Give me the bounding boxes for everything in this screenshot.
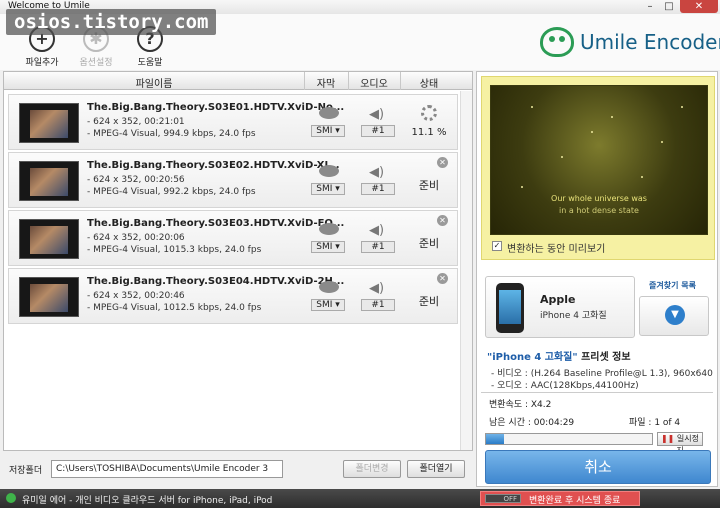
speaker-icon: ◀) — [369, 223, 385, 238]
add-file-label: 파일추가 — [25, 58, 59, 68]
minimize-button[interactable]: – — [641, 0, 659, 13]
file-resolution: - 624 x 352, 00:21:01 — [87, 117, 185, 127]
spinner-icon — [421, 105, 437, 121]
preview-area: Our whole universe was in a hot dense st… — [481, 76, 715, 260]
audio-select[interactable]: #1 — [361, 241, 395, 253]
subtitle-icon — [319, 223, 339, 235]
file-codec: - MPEG-4 Visual, 992.2 kbps, 24.0 fps — [87, 187, 256, 197]
frog-logo-icon — [540, 27, 574, 57]
subtitle-select[interactable]: SMI ▾ — [311, 183, 345, 195]
progress-bar — [485, 433, 653, 445]
status-text: 준비 — [418, 179, 440, 192]
shutdown-label: 변환완료 후 시스템 종료 — [529, 496, 621, 506]
status-text: 준비 — [418, 237, 440, 250]
conversion-speed: 변환속도 : X4.2 — [489, 400, 552, 410]
preview-subtitle-line2: in a hot dense state — [559, 206, 639, 215]
audio-select[interactable]: #1 — [361, 125, 395, 137]
file-codec: - MPEG-4 Visual, 994.9 kbps, 24.0 fps — [87, 129, 256, 139]
file-count: 파일 : 1 of 4 — [629, 418, 681, 428]
watermark: osios.tistory.com — [6, 9, 217, 35]
table-row[interactable]: The.Big.Bang.Theory.S03E01.HDTV.XviD-No.… — [8, 94, 458, 150]
remaining-time: 남은 시간 : 00:04:29 — [489, 418, 575, 428]
cancel-button[interactable]: 취소 — [485, 450, 711, 484]
file-codec: - MPEG-4 Visual, 1012.5 kbps, 24.0 fps — [87, 303, 262, 313]
online-status-icon — [6, 493, 16, 503]
column-subtitle[interactable]: 자막 — [304, 75, 348, 90]
right-panel: Our whole universe was in a hot dense st… — [476, 71, 718, 487]
maximize-button[interactable]: □ — [660, 0, 678, 13]
audio-select[interactable]: #1 — [361, 299, 395, 311]
change-folder-button[interactable]: 폴더변경 — [343, 460, 401, 478]
subtitle-icon — [319, 165, 339, 177]
save-folder-label: 저장폴더 — [9, 466, 43, 476]
status-message[interactable]: 유미일 에어 - 개인 비디오 클라우드 서버 for iPhone, iPad… — [22, 493, 272, 506]
shutdown-toggle-area[interactable]: OFF 변환완료 후 시스템 종료 — [480, 491, 640, 506]
help-label: 도움말 — [137, 58, 163, 68]
chevron-down-icon: ▼ — [665, 305, 685, 325]
video-thumbnail — [19, 277, 79, 317]
remove-icon[interactable]: ✕ — [437, 215, 448, 226]
device-model: iPhone 4 고화질 — [540, 311, 607, 321]
divider — [481, 392, 713, 393]
speaker-icon: ◀) — [369, 107, 385, 122]
subtitle-select[interactable]: SMI ▾ — [311, 241, 345, 253]
favorites-button[interactable]: ▼ — [639, 296, 709, 336]
status-text: 11.1 % — [411, 127, 447, 138]
preview-checkbox[interactable]: ✓ — [492, 241, 502, 251]
options-label: 옵션설정 — [79, 58, 113, 68]
preview-subtitle-line1: Our whole universe was — [551, 194, 647, 203]
subtitle-select[interactable]: SMI ▾ — [311, 299, 345, 311]
table-row[interactable]: The.Big.Bang.Theory.S03E02.HDTV.XviD-XI.… — [8, 152, 458, 208]
speaker-icon: ◀) — [369, 281, 385, 296]
file-name: The.Big.Bang.Theory.S03E02.HDTV.XviD-XI.… — [87, 160, 340, 171]
device-preset-button[interactable]: Apple iPhone 4 고화질 — [485, 276, 635, 338]
video-thumbnail — [19, 161, 79, 201]
open-folder-button[interactable]: 폴더열기 — [407, 460, 465, 478]
video-thumbnail — [19, 219, 79, 259]
file-resolution: - 624 x 352, 00:20:56 — [87, 175, 185, 185]
remove-icon[interactable]: ✕ — [437, 157, 448, 168]
video-thumbnail — [19, 103, 79, 143]
file-name: The.Big.Bang.Theory.S03E04.HDTV.XviD-2H.… — [87, 276, 345, 287]
table-row[interactable]: The.Big.Bang.Theory.S03E04.HDTV.XviD-2H.… — [8, 268, 458, 324]
save-folder-bar: 저장폴더 C:\Users\TOSHIBA\Documents\Umile En… — [3, 456, 473, 482]
pause-icon: ❚❚ — [660, 434, 675, 443]
file-resolution: - 624 x 352, 00:20:06 — [87, 233, 185, 243]
preview-checkbox-label: 변환하는 동안 미리보기 — [507, 244, 606, 255]
column-filename[interactable]: 파일이름 — [4, 75, 304, 90]
file-name: The.Big.Bang.Theory.S03E03.HDTV.XviD-FQ.… — [87, 218, 345, 229]
subtitle-icon — [319, 281, 339, 293]
preset-suffix: 프리셋 정보 — [577, 352, 631, 363]
remove-icon[interactable]: ✕ — [437, 273, 448, 284]
list-header: 파일이름 자막 오디오 상태 — [4, 72, 472, 90]
status-bar: 유미일 에어 - 개인 비디오 클라우드 서버 for iPhone, iPad… — [0, 489, 720, 508]
status-text: 준비 — [418, 295, 440, 308]
audio-select[interactable]: #1 — [361, 183, 395, 195]
column-audio[interactable]: 오디오 — [348, 75, 400, 90]
subtitle-icon — [319, 107, 339, 119]
file-name: The.Big.Bang.Theory.S03E01.HDTV.XviD-No.… — [87, 102, 345, 113]
speaker-icon: ◀) — [369, 165, 385, 180]
file-codec: - MPEG-4 Visual, 1015.3 kbps, 24.0 fps — [87, 245, 262, 255]
file-list: 파일이름 자막 오디오 상태 The.Big.Bang.Theory.S03E0… — [3, 71, 473, 451]
favorites-label: 즐겨찾기 목록 — [649, 281, 696, 290]
preset-audio-spec: - 오디오 : AAC(128Kbps,44100Hz) — [491, 381, 639, 391]
pause-button[interactable]: ❚❚ 일시정지 — [657, 432, 703, 455]
shutdown-toggle[interactable]: OFF — [485, 494, 521, 503]
preset-name: "iPhone 4 고화질" — [487, 352, 578, 363]
progress-fill — [486, 434, 505, 444]
list-scrollbar[interactable] — [460, 91, 472, 450]
column-status[interactable]: 상태 — [400, 75, 458, 90]
device-brand: Apple — [540, 293, 576, 306]
preview-video: Our whole universe was in a hot dense st… — [490, 85, 708, 235]
subtitle-select[interactable]: SMI ▾ — [311, 125, 345, 137]
close-button[interactable]: ✕ — [680, 0, 718, 13]
iphone-icon — [496, 283, 524, 333]
file-resolution: - 624 x 352, 00:20:46 — [87, 291, 185, 301]
logo-text: Umile Encoder — [580, 30, 720, 54]
save-folder-path[interactable]: C:\Users\TOSHIBA\Documents\Umile Encoder… — [51, 460, 283, 478]
preset-title: "iPhone 4 고화질" 프리셋 정보 — [487, 348, 631, 363]
table-row[interactable]: The.Big.Bang.Theory.S03E03.HDTV.XviD-FQ.… — [8, 210, 458, 266]
